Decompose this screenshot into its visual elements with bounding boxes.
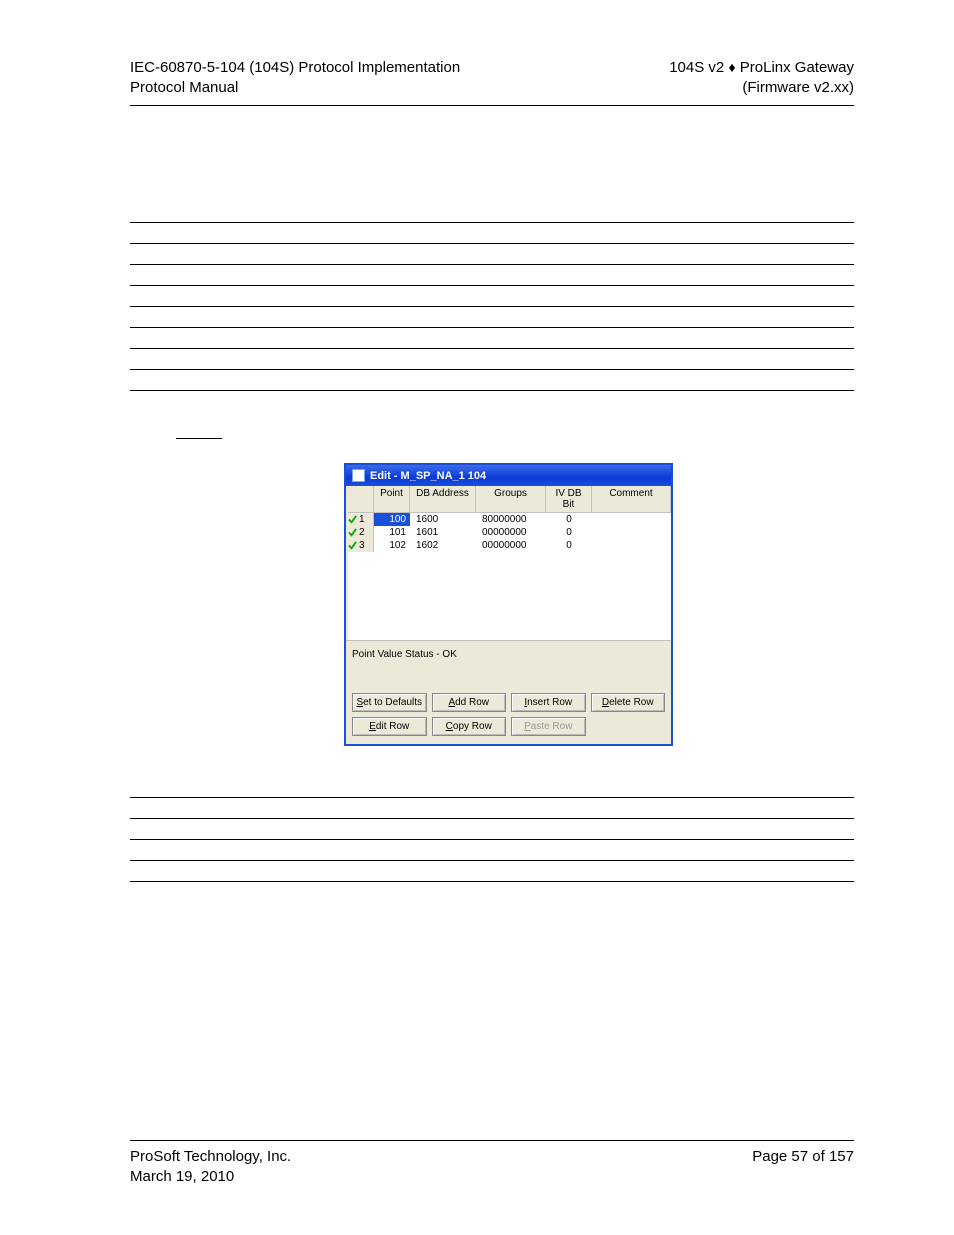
header-left-line2: Protocol Manual: [130, 78, 460, 98]
header-right-line2: (Firmware v2.xx): [669, 78, 854, 98]
col-point: Point: [374, 486, 410, 513]
diamond-icon: ♦: [728, 59, 735, 75]
page-header: IEC-60870-5-104 (104S) Protocol Implemen…: [130, 58, 854, 106]
table-row[interactable]: 3 102 1602 00000000 0: [346, 539, 671, 552]
check-icon: [348, 515, 357, 524]
paste-row-button: Paste Row: [511, 717, 586, 736]
check-icon: [348, 528, 357, 537]
footer-page-number: Page 57 of 157: [752, 1147, 854, 1188]
check-icon: [348, 541, 357, 550]
edit-row-button[interactable]: Edit Row: [352, 717, 427, 736]
col-comment: Comment: [592, 486, 671, 513]
lower-ruled-block: [130, 776, 854, 882]
footer-date: March 19, 2010: [130, 1167, 291, 1187]
data-grid[interactable]: Point DB Address Groups IV DB Bit Commen…: [346, 486, 671, 641]
insert-row-button[interactable]: Insert Row: [511, 693, 586, 712]
footer-company: ProSoft Technology, Inc.: [130, 1147, 291, 1167]
col-iv-db-bit: IV DB Bit: [546, 486, 592, 513]
copy-row-button[interactable]: Copy Row: [432, 717, 507, 736]
add-row-button[interactable]: Add Row: [432, 693, 507, 712]
app-icon: [352, 469, 365, 482]
header-left-line1: IEC-60870-5-104 (104S) Protocol Implemen…: [130, 58, 460, 78]
table-row[interactable]: 1 100 1600 80000000 0: [346, 513, 671, 526]
page-footer: ProSoft Technology, Inc. March 19, 2010 …: [130, 1140, 854, 1188]
button-row: Set to Defaults Add Row Insert Row Delet…: [346, 689, 671, 744]
col-groups: Groups: [476, 486, 546, 513]
grid-header: Point DB Address Groups IV DB Bit Commen…: [346, 486, 671, 513]
edit-window: Edit - M_SP_NA_1 104 Point DB Address Gr…: [344, 463, 673, 746]
set-defaults-button[interactable]: Set to Defaults: [352, 693, 427, 712]
col-db-address: DB Address: [410, 486, 476, 513]
selected-cell[interactable]: 100: [374, 513, 410, 526]
section-title: [176, 427, 854, 443]
table-row[interactable]: 2 101 1601 00000000 0: [346, 526, 671, 539]
delete-row-button[interactable]: Delete Row: [591, 693, 666, 712]
upper-ruled-block: [130, 202, 854, 392]
window-title: Edit - M_SP_NA_1 104: [370, 470, 486, 482]
window-titlebar[interactable]: Edit - M_SP_NA_1 104: [346, 465, 671, 486]
header-right-line1: 104S v2 ♦ ProLinx Gateway: [669, 58, 854, 78]
status-text: Point Value Status - OK: [346, 641, 671, 689]
